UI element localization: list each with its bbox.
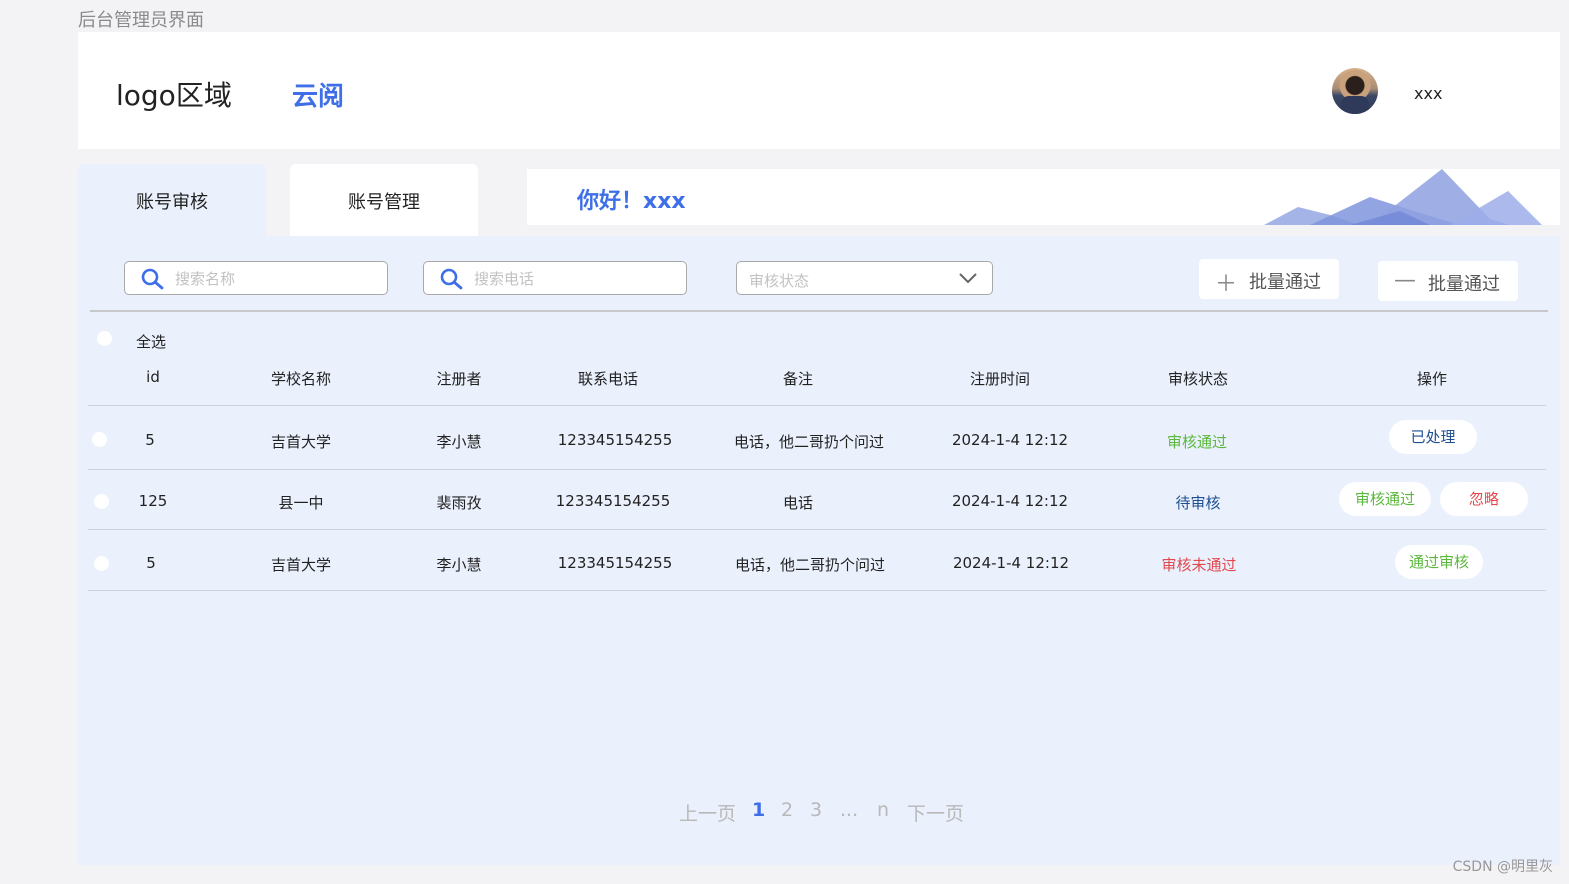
cell-phone: 123345154255 (557, 431, 673, 449)
prev-page-link[interactable]: 上一页 (679, 799, 736, 826)
greeting-banner: 你好！xxx (527, 169, 1560, 225)
brand-name[interactable]: 云阅 (292, 76, 344, 113)
select-all-radio[interactable] (97, 331, 112, 346)
cell-time: 2024-1-4 12:12 (951, 431, 1069, 449)
cell-phone: 123345154255 (557, 554, 673, 572)
tab-account-audit[interactable]: 账号审核 (78, 164, 266, 238)
minus-icon: — (1394, 268, 1416, 293)
tab-bar: 账号审核 账号管理 你好！xxx (78, 160, 1560, 240)
user-avatar[interactable] (1332, 68, 1378, 114)
cell-status: 审核未通过 (1161, 556, 1237, 574)
cell-id: 125 (138, 492, 168, 510)
row-select-radio[interactable] (94, 556, 109, 571)
next-page-link[interactable]: 下一页 (907, 799, 964, 826)
col-header-phone: 联系电话 (577, 370, 639, 388)
cell-time: 2024-1-4 12:12 (952, 554, 1070, 572)
search-icon (440, 268, 463, 290)
row-select-radio[interactable] (92, 432, 107, 447)
top-header: logo区域 云阅 xxx (78, 32, 1560, 149)
toolbar-divider (90, 310, 1548, 312)
main-panel: 审核状态 ＋ 批量通过 — 批量通过 全选 id 学校名称 注册者 联系电话 备… (78, 236, 1560, 865)
logo-area[interactable]: logo区域 (116, 74, 232, 114)
pagination: 上一页 1 2 3 ... n 下一页 (78, 799, 1560, 829)
cell-registrant: 裴雨孜 (436, 494, 482, 512)
row-divider (88, 469, 1546, 470)
greeting-text: 你好！xxx (577, 189, 686, 214)
status-select[interactable]: 审核状态 (736, 261, 993, 295)
cell-registrant: 李小慧 (436, 556, 482, 574)
cell-status: 审核通过 (1166, 433, 1228, 451)
cell-school: 县一中 (278, 494, 324, 512)
status-select-placeholder: 审核状态 (749, 272, 810, 290)
header-divider (88, 405, 1546, 406)
search-name-input[interactable] (175, 268, 355, 290)
cell-registrant: 李小慧 (436, 433, 482, 451)
watermark: CSDN @明里灰 (1452, 859, 1553, 875)
tab-account-management[interactable]: 账号管理 (290, 164, 478, 238)
cell-school: 吉首大学 (270, 556, 332, 574)
cell-note: 电话 (782, 494, 814, 512)
cell-status: 待审核 (1175, 494, 1221, 512)
batch-reject-label: 批量通过 (1428, 274, 1500, 295)
row-divider (88, 590, 1546, 591)
avatar-shirt (1341, 96, 1369, 114)
search-phone-box[interactable] (423, 261, 687, 295)
col-header-status: 审核状态 (1167, 370, 1229, 388)
cell-note: 电话，他二哥扔个问过 (734, 556, 886, 574)
cell-note: 电话，他二哥扔个问过 (733, 433, 885, 451)
select-all-label: 全选 (136, 333, 167, 351)
search-icon (141, 268, 164, 290)
batch-reject-button[interactable]: — 批量通过 (1378, 261, 1518, 301)
row-select-radio[interactable] (94, 494, 109, 509)
batch-approve-button[interactable]: ＋ 批量通过 (1199, 259, 1339, 299)
page-link-1[interactable]: 1 (752, 799, 765, 821)
mountains-decoration (1264, 169, 1542, 225)
col-header-school: 学校名称 (270, 370, 332, 388)
page-link-n[interactable]: n (877, 799, 889, 821)
page-link-3[interactable]: 3 (810, 799, 822, 821)
search-phone-input[interactable] (474, 268, 654, 290)
cell-id: 5 (145, 431, 155, 449)
ignore-button[interactable]: 忽略 (1440, 482, 1528, 516)
approve-button[interactable]: 审核通过 (1339, 482, 1431, 516)
cell-id: 5 (146, 554, 156, 572)
cell-time: 2024-1-4 12:12 (951, 492, 1069, 510)
chevron-down-icon (959, 273, 977, 284)
batch-approve-label: 批量通过 (1249, 272, 1321, 293)
col-header-actions: 操作 (1416, 370, 1448, 388)
page-link-2[interactable]: 2 (781, 799, 793, 821)
search-name-box[interactable] (124, 261, 388, 295)
plus-icon: ＋ (1215, 272, 1238, 297)
col-header-time: 注册时间 (969, 370, 1031, 388)
pass-review-button[interactable]: 通过审核 (1395, 545, 1483, 579)
col-header-note: 备注 (782, 370, 814, 388)
cell-phone: 123345154255 (555, 492, 671, 510)
processed-button[interactable]: 已处理 (1389, 420, 1477, 454)
page-caption: 后台管理员界面 (78, 10, 204, 31)
col-header-id: id (146, 368, 160, 386)
cell-school: 吉首大学 (270, 433, 332, 451)
col-header-registrant: 注册者 (436, 370, 482, 388)
page-ellipsis: ... (840, 799, 859, 821)
row-divider (88, 529, 1546, 530)
username[interactable]: xxx (1414, 84, 1442, 103)
